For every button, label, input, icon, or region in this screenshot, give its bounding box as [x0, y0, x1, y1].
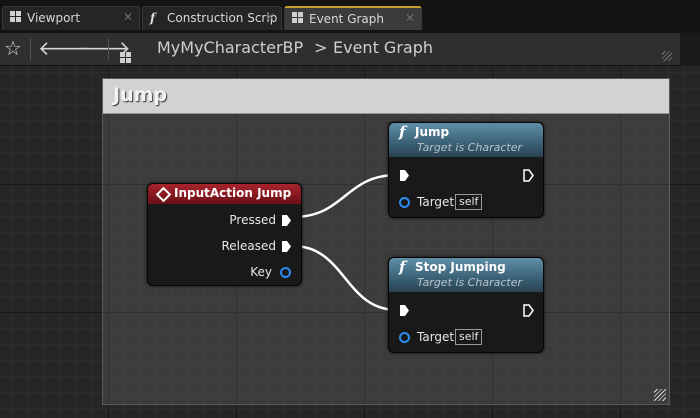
wire-pressed-to-jump — [292, 173, 398, 219]
function-icon: f — [399, 258, 406, 276]
target-pin-icon[interactable] — [399, 197, 410, 208]
function-icon: f — [399, 123, 406, 141]
stop-jumping-function-node[interactable]: f Stop Jumping Target is Character Targe… — [388, 257, 544, 353]
exec-wires — [292, 173, 398, 312]
pin-label-released: Released — [221, 239, 276, 253]
pin-label-pressed: Pressed — [229, 213, 276, 227]
pin-label-target: Target — [417, 195, 455, 209]
jump-function-node[interactable]: f Jump Target is Character Target self — [388, 122, 544, 218]
node-title: InputAction Jump — [174, 186, 292, 200]
exec-pin-pressed-icon[interactable] — [281, 214, 292, 227]
pin-label-target: Target — [417, 330, 455, 344]
exec-pin-released-icon[interactable] — [281, 240, 292, 253]
pin-label-key: Key — [250, 265, 272, 279]
node-subtitle: Target is Character — [417, 141, 522, 154]
target-self-value[interactable]: self — [455, 194, 483, 210]
function-node-header[interactable]: f Jump Target is Character — [389, 123, 543, 157]
node-subtitle: Target is Character — [417, 276, 522, 289]
node-title: Jump — [415, 125, 450, 139]
function-node-header[interactable]: f Stop Jumping Target is Character — [389, 258, 543, 292]
event-diamond-icon — [155, 186, 172, 203]
exec-input-pin-icon[interactable] — [399, 169, 410, 182]
target-self-value[interactable]: self — [455, 329, 483, 345]
node-title: Stop Jumping — [415, 260, 506, 274]
target-pin-icon[interactable] — [399, 332, 410, 343]
exec-output-pin-icon[interactable] — [523, 169, 534, 182]
event-node-header[interactable]: InputAction Jump — [148, 184, 301, 204]
key-pin-icon[interactable] — [280, 267, 291, 278]
exec-input-pin-icon[interactable] — [399, 304, 410, 317]
exec-output-pin-icon[interactable] — [523, 304, 534, 317]
wire-released-to-stop-jumping — [292, 244, 398, 312]
input-action-jump-node[interactable]: InputAction Jump Pressed Released Key — [147, 183, 302, 286]
